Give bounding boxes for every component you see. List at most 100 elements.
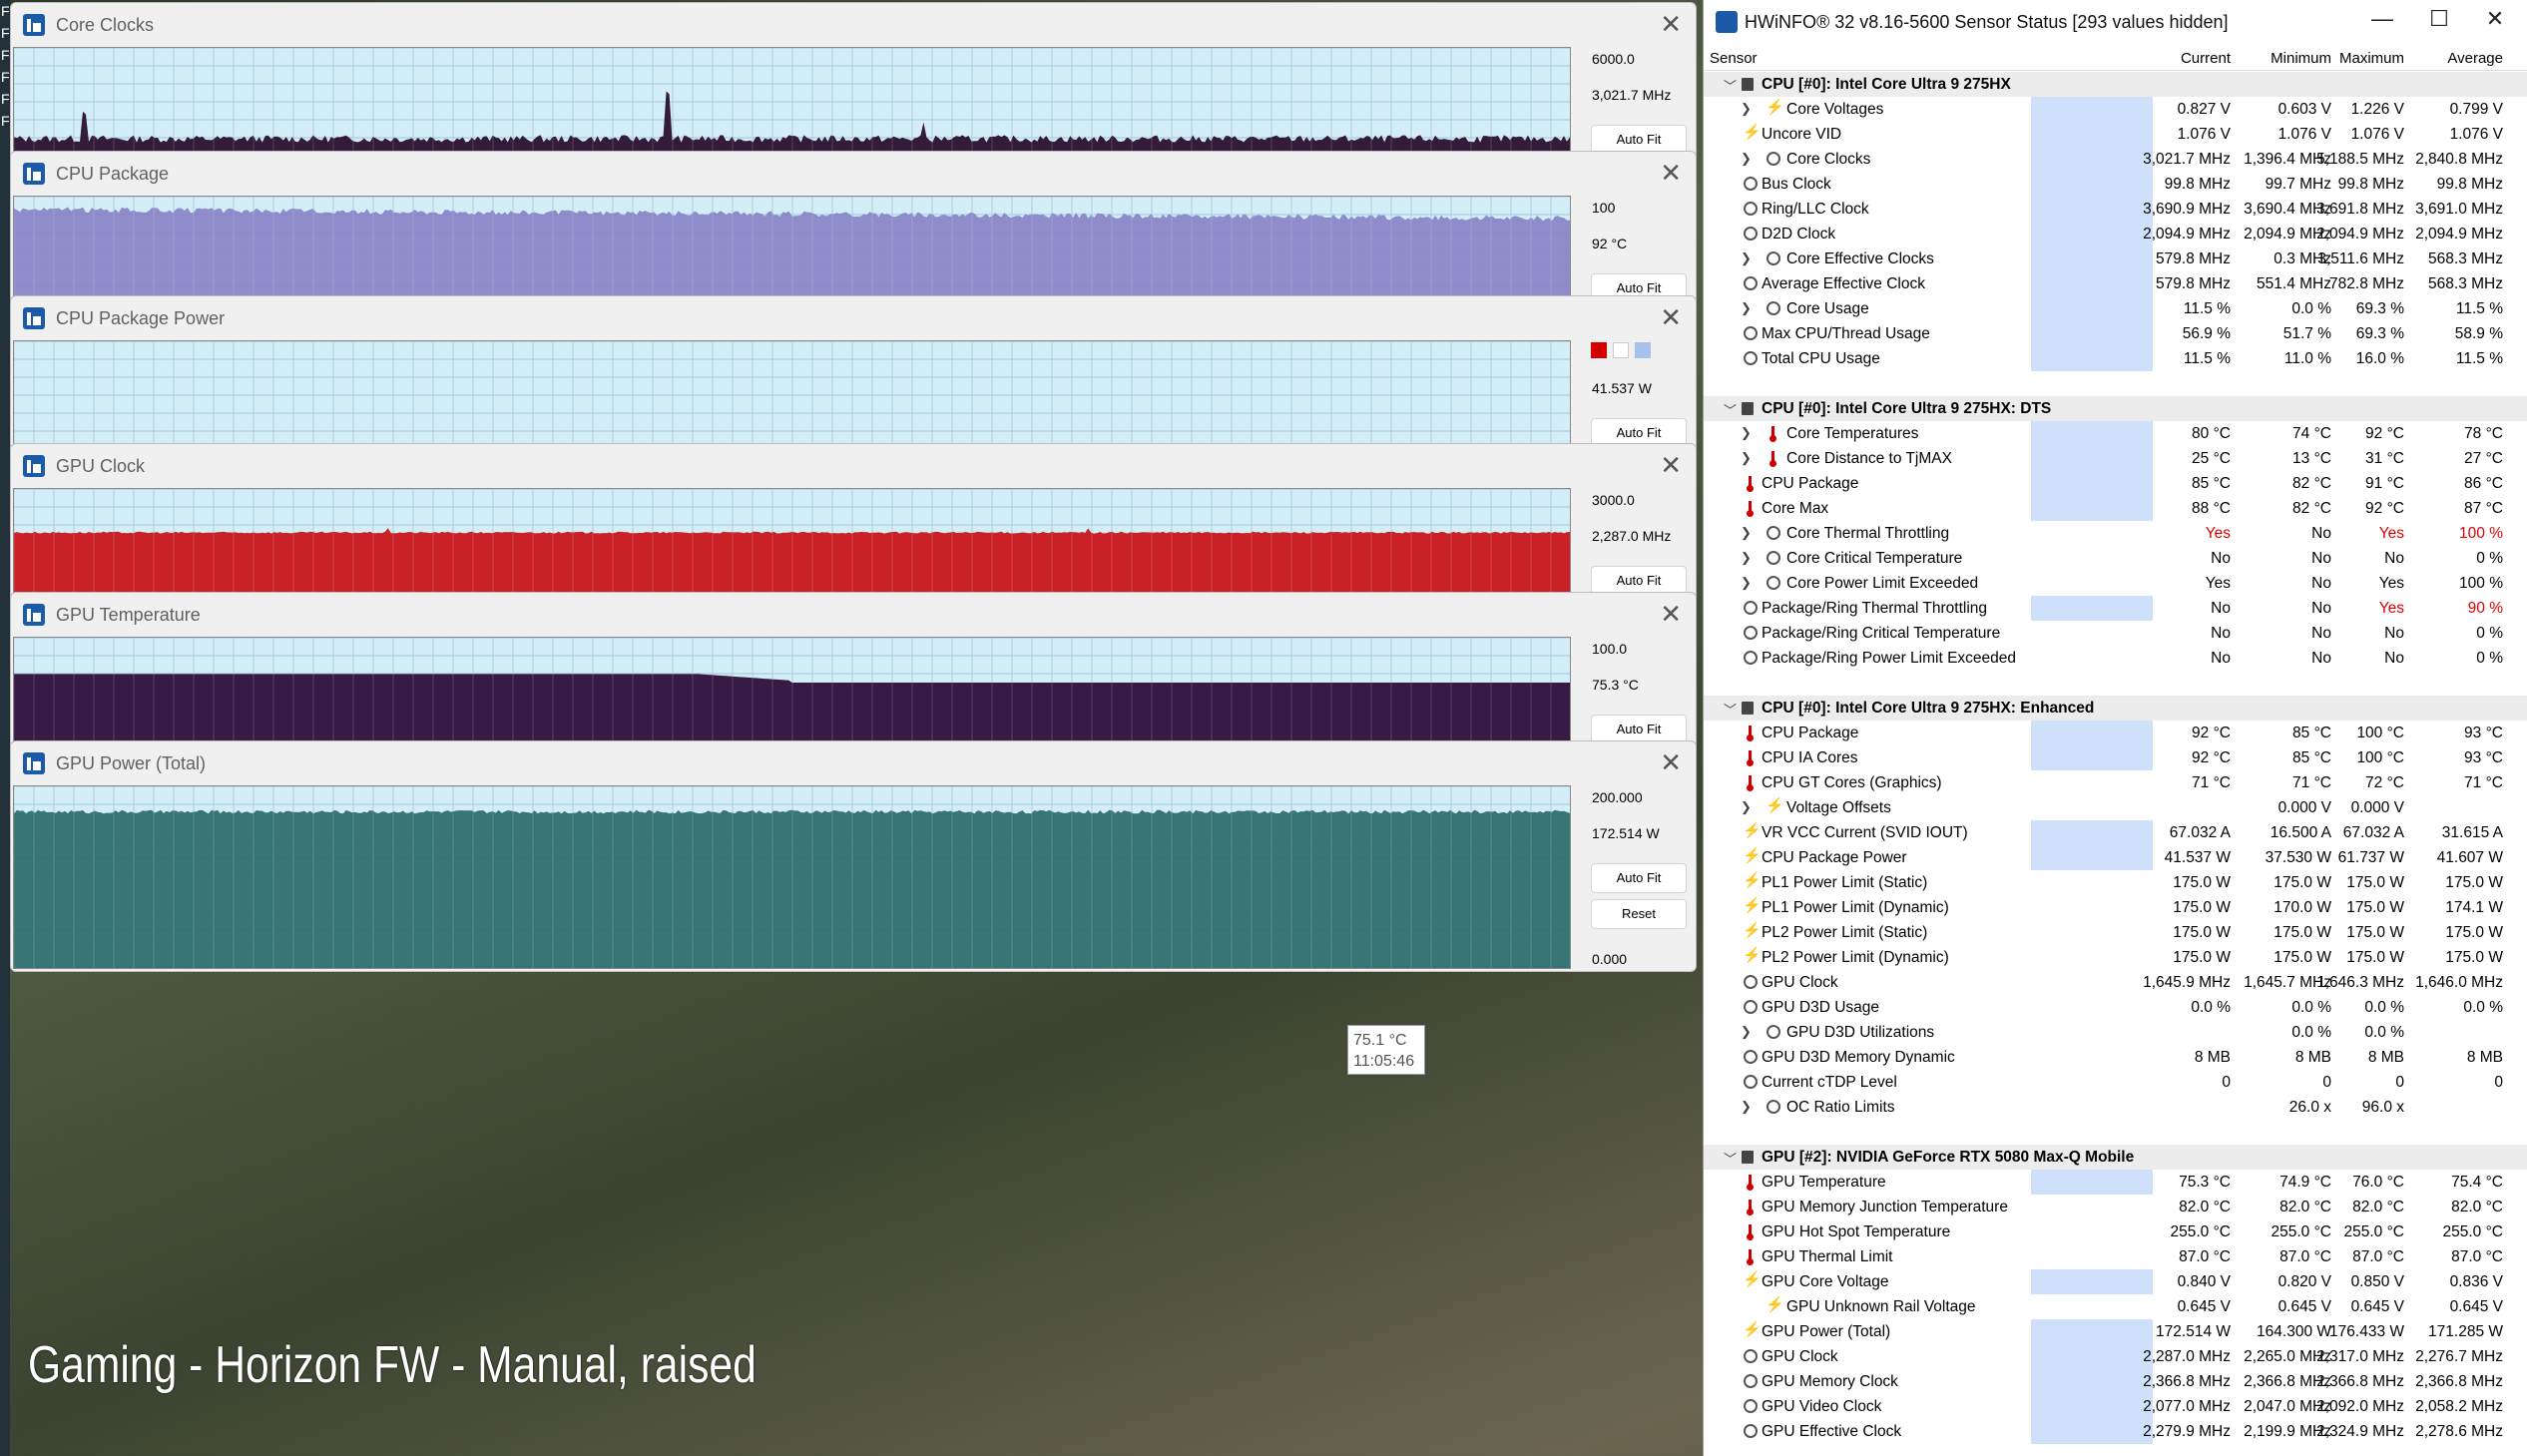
sensor-row[interactable]: ❯ Core Temperatures 80 °C 74 °C 92 °C 78 °C bbox=[1704, 421, 2527, 446]
sensor-row[interactable]: CPU Package 92 °C 85 °C 100 °C 93 °C bbox=[1704, 721, 2527, 745]
chevron-down-icon[interactable]: ﹀ bbox=[1724, 700, 1737, 719]
sensor-row[interactable]: Bus Clock 99.8 MHz 99.7 MHz 99.8 MHz 99.8 MH… bbox=[1704, 172, 2527, 197]
chevron-right-icon[interactable]: ❯ bbox=[1741, 151, 1752, 167]
close-icon[interactable]: ✕ bbox=[1660, 9, 1682, 39]
sensor-row[interactable]: Max CPU/Thread Usage 56.9 % 51.7 % 69.3 % 58… bbox=[1704, 321, 2527, 346]
sensor-row[interactable]: Core Max 88 °C 82 °C 92 °C 87 °C bbox=[1704, 496, 2527, 521]
graph-titlebar[interactable]: Core Clocks ✕ bbox=[11, 3, 1696, 47]
chevron-right-icon[interactable]: ❯ bbox=[1741, 799, 1752, 815]
graph-side-panel: 200.000 172.514 W Auto Fit Reset 0.000 bbox=[1579, 785, 1696, 969]
column-header[interactable]: Sensor Current Minimum Maximum Average bbox=[1704, 46, 2527, 71]
maximize-button[interactable]: ☐ bbox=[2419, 6, 2459, 32]
sensor-row[interactable]: CPU GT Cores (Graphics) 71 °C 71 °C 72 °C 71… bbox=[1704, 770, 2527, 795]
sensor-row[interactable]: VR VCC Current (SVID IOUT) 67.032 A 16.500… bbox=[1704, 820, 2527, 845]
sensor-row[interactable]: CPU Package 85 °C 82 °C 91 °C 86 °C bbox=[1704, 471, 2527, 496]
graph-titlebar[interactable]: GPU Clock ✕ bbox=[11, 444, 1696, 488]
sensor-row[interactable]: CPU IA Cores 92 °C 85 °C 100 °C 93 °C bbox=[1704, 745, 2527, 770]
sensor-row[interactable]: GPU Core Voltage 0.840 V 0.820 V 0.850 V 0.8… bbox=[1704, 1269, 2527, 1294]
sensor-row[interactable]: GPU Thermal Limit 87.0 °C 87.0 °C 87.0 °C 87… bbox=[1704, 1244, 2527, 1269]
sensor-row[interactable]: Current cTDP Level 0 0 0 0 bbox=[1704, 1070, 2527, 1095]
chevron-right-icon[interactable]: ❯ bbox=[1741, 450, 1752, 466]
sensor-row[interactable]: ❯ OC Ratio Limits 26.0 x 96.0 x bbox=[1704, 1095, 2527, 1120]
sensor-row[interactable]: ❯ Core Clocks 3,021.7 MHz 1,396.4 MHz 5,188.… bbox=[1704, 147, 2527, 172]
sensor-row[interactable]: ❯ Core Critical Temperature No No No 0 % bbox=[1704, 546, 2527, 571]
header-sensor[interactable]: Sensor bbox=[1710, 50, 1758, 67]
chevron-down-icon[interactable]: ﹀ bbox=[1724, 400, 1737, 419]
close-icon[interactable]: ✕ bbox=[1660, 747, 1682, 777]
chevron-right-icon[interactable]: ❯ bbox=[1741, 300, 1752, 316]
value-average: 568.3 MHz bbox=[2428, 250, 2503, 267]
sensor-row[interactable]: CPU Package Power 41.537 W 37.530 W 61.737 … bbox=[1704, 845, 2527, 870]
clock-icon bbox=[1744, 626, 1758, 640]
sensor-row[interactable]: ❯ Core Usage 11.5 % 0.0 % 69.3 % 11.5 % bbox=[1704, 296, 2527, 321]
sensor-row[interactable]: Package/Ring Power Limit Exceeded No No No 0… bbox=[1704, 646, 2527, 671]
sensor-row[interactable]: Average Effective Clock 579.8 MHz 551.4 MH… bbox=[1704, 271, 2527, 296]
sensor-row[interactable]: ❯ Core Voltages 0.827 V 0.603 V 1.226 V 0.799… bbox=[1704, 97, 2527, 122]
sensor-row[interactable]: GPU Video Clock 2,077.0 MHz 2,047.0 MHz 2,0… bbox=[1704, 1394, 2527, 1419]
chevron-down-icon[interactable]: ﹀ bbox=[1724, 76, 1737, 95]
sensor-group-header[interactable]: ﹀ CPU [#0]: Intel Core Ultra 9 275HX: Enh… bbox=[1704, 696, 2527, 721]
chevron-right-icon[interactable]: ❯ bbox=[1741, 250, 1752, 266]
graph-titlebar[interactable]: GPU Power (Total) ✕ bbox=[11, 741, 1696, 785]
sensor-row[interactable]: ❯ GPU D3D Utilizations 0.0 % 0.0 % bbox=[1704, 1020, 2527, 1045]
sensor-row[interactable]: ❯ Core Power Limit Exceeded Yes No Yes 100 % bbox=[1704, 571, 2527, 596]
sensor-row[interactable]: GPU Memory Clock 2,366.8 MHz 2,366.8 MHz 2,… bbox=[1704, 1369, 2527, 1394]
header-minimum[interactable]: Minimum bbox=[2271, 50, 2331, 67]
chevron-right-icon[interactable]: ❯ bbox=[1741, 575, 1752, 591]
graph-titlebar[interactable]: CPU Package ✕ bbox=[11, 152, 1696, 196]
sensor-row[interactable]: GPU D3D Memory Dynamic 8 MB 8 MB 8 MB 8 MB bbox=[1704, 1045, 2527, 1070]
header-average[interactable]: Average bbox=[2447, 50, 2503, 67]
chevron-right-icon[interactable]: ❯ bbox=[1741, 550, 1752, 566]
sensor-row[interactable]: Total CPU Usage 11.5 % 11.0 % 16.0 % 11.5 % bbox=[1704, 346, 2527, 371]
sensor-row[interactable]: ❯ Core Distance to TjMAX 25 °C 13 °C 31 °C 27… bbox=[1704, 446, 2527, 471]
reset-button[interactable]: Reset bbox=[1591, 899, 1687, 929]
graph-titlebar[interactable]: GPU Temperature ✕ bbox=[11, 593, 1696, 637]
minimize-button[interactable]: — bbox=[2362, 6, 2402, 32]
chevron-right-icon[interactable]: ❯ bbox=[1741, 1024, 1752, 1040]
header-maximum[interactable]: Maximum bbox=[2339, 50, 2404, 67]
sensor-row[interactable]: ❯ Core Thermal Throttling Yes No Yes 100 % bbox=[1704, 521, 2527, 546]
sensor-group-header[interactable]: ﹀ GPU [#2]: NVIDIA GeForce RTX 5080 Max-Q… bbox=[1704, 1145, 2527, 1170]
color-swatch-red[interactable] bbox=[1591, 342, 1607, 358]
sensor-row[interactable]: D2D Clock 2,094.9 MHz 2,094.9 MHz 2,094.9 M… bbox=[1704, 222, 2527, 246]
chevron-right-icon[interactable]: ❯ bbox=[1741, 525, 1752, 541]
sensor-row[interactable]: GPU D3D Usage 0.0 % 0.0 % 0.0 % 0.0 % bbox=[1704, 995, 2527, 1020]
sensor-row[interactable]: GPU Temperature 75.3 °C 74.9 °C 76.0 °C 75.4… bbox=[1704, 1170, 2527, 1195]
sensor-row[interactable]: ❯ Voltage Offsets 0.000 V 0.000 V bbox=[1704, 795, 2527, 820]
header-current[interactable]: Current bbox=[2181, 50, 2231, 67]
sensor-row[interactable]: GPU Memory Junction Temperature 82.0 °C 82… bbox=[1704, 1195, 2527, 1219]
close-icon[interactable]: ✕ bbox=[1660, 158, 1682, 188]
close-icon[interactable]: ✕ bbox=[1660, 599, 1682, 629]
close-button[interactable]: ✕ bbox=[2475, 6, 2515, 32]
close-icon[interactable]: ✕ bbox=[1660, 302, 1682, 332]
auto-fit-button[interactable]: Auto Fit bbox=[1591, 863, 1687, 893]
value-minimum: No bbox=[2311, 550, 2331, 567]
sensor-row[interactable]: Uncore VID 1.076 V 1.076 V 1.076 V 1.076 V bbox=[1704, 122, 2527, 147]
sensor-row[interactable]: Package/Ring Critical Temperature No No No 0… bbox=[1704, 621, 2527, 646]
chevron-right-icon[interactable]: ❯ bbox=[1741, 101, 1752, 117]
sensor-row[interactable]: Package/Ring Thermal Throttling No No Yes 90… bbox=[1704, 596, 2527, 621]
chevron-right-icon[interactable]: ❯ bbox=[1741, 425, 1752, 441]
sensor-row[interactable]: GPU Clock 1,645.9 MHz 1,645.7 MHz 1,646.3 M… bbox=[1704, 970, 2527, 995]
sensor-row[interactable]: Ring/LLC Clock 3,690.9 MHz 3,690.4 MHz 3,69… bbox=[1704, 197, 2527, 222]
sensor-row[interactable]: PL2 Power Limit (Static) 175.0 W 175.0 W 17… bbox=[1704, 920, 2527, 945]
chevron-down-icon[interactable]: ﹀ bbox=[1724, 1149, 1737, 1168]
graph-titlebar[interactable]: CPU Package Power ✕ bbox=[11, 296, 1696, 340]
chevron-right-icon[interactable]: ❯ bbox=[1741, 1099, 1752, 1115]
sensor-row[interactable]: GPU Power (Total) 172.514 W 164.300 W176.4… bbox=[1704, 1319, 2527, 1344]
sensor-row[interactable]: PL1 Power Limit (Dynamic) 175.0 W 170.0 W 1… bbox=[1704, 895, 2527, 920]
sensor-group-header[interactable]: ﹀ CPU [#0]: Intel Core Ultra 9 275HX bbox=[1704, 72, 2527, 97]
sensor-row[interactable]: ❯ Core Effective Clocks 579.8 MHz 0.3 MHz 3,… bbox=[1704, 246, 2527, 271]
sensor-row[interactable]: PL1 Power Limit (Static) 175.0 W 175.0 W 17… bbox=[1704, 870, 2527, 895]
graph-window[interactable]: GPU Power (Total) ✕ 200.000 172.514 W Au… bbox=[10, 740, 1697, 972]
sensor-row[interactable]: PL2 Power Limit (Dynamic) 175.0 W 175.0 W 1… bbox=[1704, 945, 2527, 970]
sensor-group-header[interactable]: ﹀ CPU [#0]: Intel Core Ultra 9 275HX: DTS bbox=[1704, 396, 2527, 421]
sensor-row[interactable]: GPU Unknown Rail Voltage 0.645 V 0.645 V 0.… bbox=[1704, 1294, 2527, 1319]
color-swatch-white[interactable] bbox=[1613, 342, 1629, 358]
sensor-row[interactable]: GPU Clock 2,287.0 MHz 2,265.0 MHz 2,317.0 M… bbox=[1704, 1344, 2527, 1369]
close-icon[interactable]: ✕ bbox=[1660, 450, 1682, 480]
sensor-list[interactable]: ﹀ CPU [#0]: Intel Core Ultra 9 275HX ❯ Core… bbox=[1704, 72, 2527, 1444]
sensor-row[interactable]: GPU Hot Spot Temperature 255.0 °C 255.0 °C… bbox=[1704, 1219, 2527, 1244]
sensor-row[interactable]: GPU Effective Clock 2,279.9 MHz 2,199.9 MH… bbox=[1704, 1419, 2527, 1444]
color-swatch-blue[interactable] bbox=[1635, 342, 1651, 358]
